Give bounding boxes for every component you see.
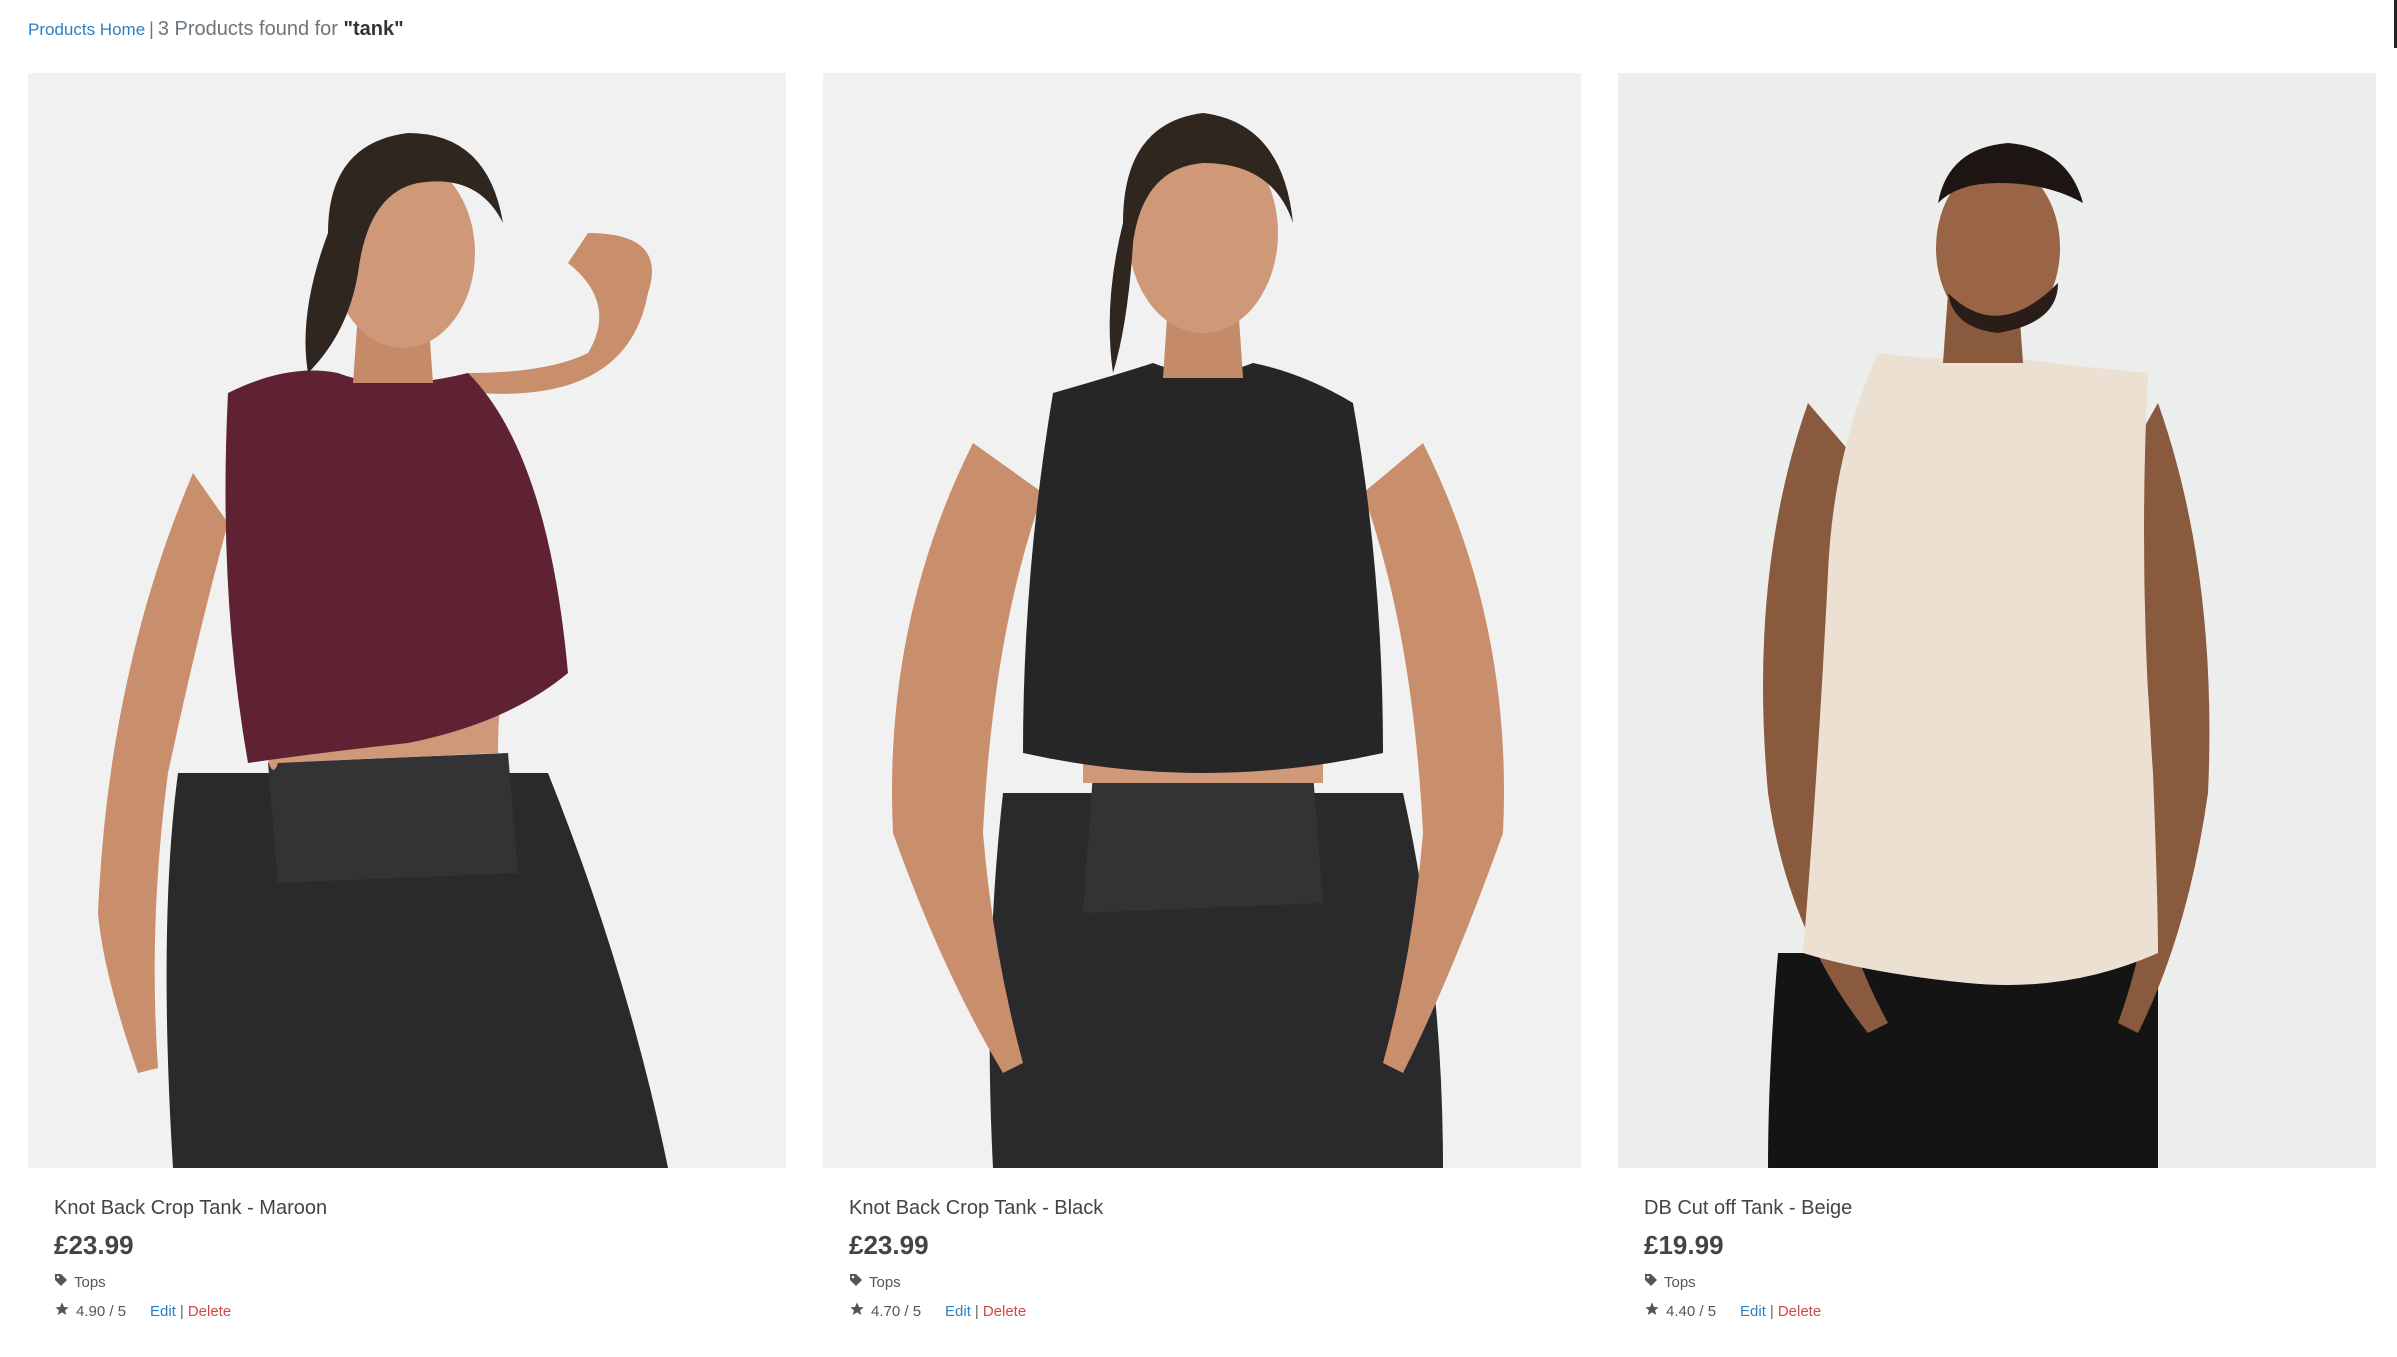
delete-link[interactable]: Delete xyxy=(983,1302,1026,1322)
product-image[interactable] xyxy=(823,73,1581,1168)
edit-link[interactable]: Edit xyxy=(1740,1302,1766,1322)
rating-value: 4.40 / 5 xyxy=(1666,1303,1717,1320)
tag-icon xyxy=(849,1273,863,1293)
product-category: Tops xyxy=(1644,1273,2350,1293)
products-home-link[interactable]: Products Home xyxy=(28,20,145,39)
star-icon xyxy=(54,1301,70,1323)
product-rating: 4.90 / 5 xyxy=(54,1301,126,1323)
product-rating: 4.40 / 5 xyxy=(1644,1301,1716,1323)
edit-link[interactable]: Edit xyxy=(150,1302,176,1322)
category-label: Tops xyxy=(74,1274,106,1291)
star-icon xyxy=(849,1301,865,1323)
edit-link[interactable]: Edit xyxy=(945,1302,971,1322)
action-separator: | xyxy=(974,1303,979,1320)
tag-icon xyxy=(1644,1273,1658,1293)
rating-value: 4.70 / 5 xyxy=(871,1303,922,1320)
product-rating: 4.70 / 5 xyxy=(849,1301,921,1323)
product-category: Tops xyxy=(54,1273,760,1293)
category-label: Tops xyxy=(869,1274,901,1291)
product-meta: 4.90 / 5 Edit | Delete xyxy=(54,1301,760,1323)
product-price: £23.99 xyxy=(849,1230,929,1260)
product-card: DB Cut off Tank - Beige £19.99 Tops 4.40… xyxy=(1618,73,2376,1323)
delete-link[interactable]: Delete xyxy=(1778,1302,1821,1322)
delete-link[interactable]: Delete xyxy=(188,1302,231,1322)
breadcrumb: Products Home | 3 Products found for "tank… xyxy=(28,16,404,43)
product-price: £19.99 xyxy=(1644,1230,1724,1260)
results-count: 3 Products found for xyxy=(157,18,338,40)
product-image[interactable] xyxy=(28,73,786,1168)
product-search-page: Products Home | 3 Products found for "tank… xyxy=(0,0,2397,1357)
action-separator: | xyxy=(1769,1303,1774,1320)
product-card: Knot Back Crop Tank - Black £23.99 Tops … xyxy=(823,73,1581,1323)
action-separator: | xyxy=(179,1303,184,1320)
star-icon xyxy=(1644,1301,1660,1323)
search-query: "tank" xyxy=(343,18,404,40)
product-title[interactable]: Knot Back Crop Tank - Black xyxy=(849,1195,1555,1221)
product-category: Tops xyxy=(849,1273,1555,1293)
product-price: £23.99 xyxy=(54,1230,134,1260)
product-grid: Knot Back Crop Tank - Maroon £23.99 Tops… xyxy=(28,73,2376,1323)
product-title[interactable]: Knot Back Crop Tank - Maroon xyxy=(54,1195,760,1221)
breadcrumb-separator: | xyxy=(149,19,154,39)
product-meta: 4.70 / 5 Edit | Delete xyxy=(849,1301,1555,1323)
tag-icon xyxy=(54,1273,68,1293)
product-card: Knot Back Crop Tank - Maroon £23.99 Tops… xyxy=(28,73,786,1323)
product-meta: 4.40 / 5 Edit | Delete xyxy=(1644,1301,2350,1323)
product-title[interactable]: DB Cut off Tank - Beige xyxy=(1644,1195,2350,1221)
product-image[interactable] xyxy=(1618,73,2376,1168)
category-label: Tops xyxy=(1664,1274,1696,1291)
rating-value: 4.90 / 5 xyxy=(76,1303,127,1320)
